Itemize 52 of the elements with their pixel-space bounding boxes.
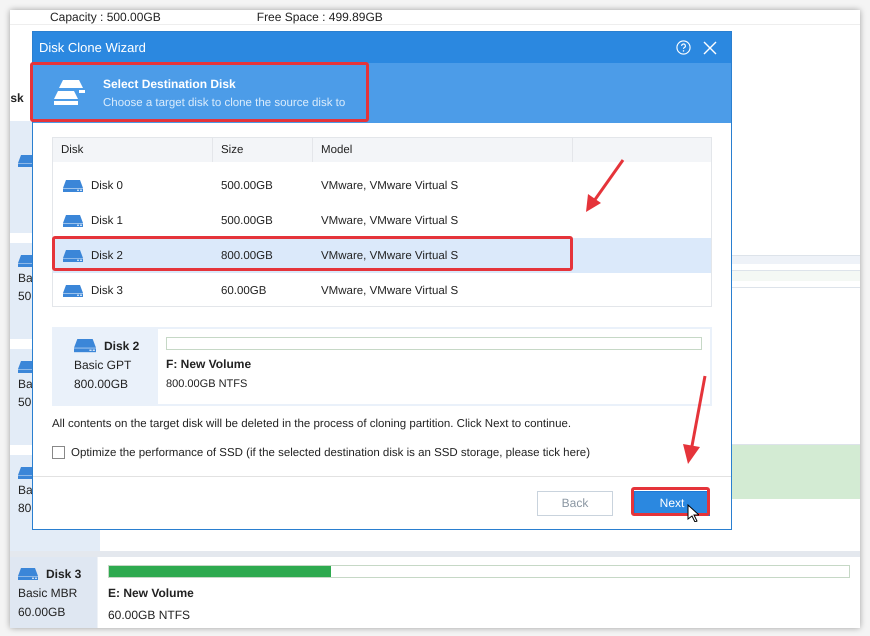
partition-name: E: New Volume xyxy=(108,586,195,600)
partition-name: F: New Volume xyxy=(166,357,252,371)
disk-type: Basic MBR xyxy=(18,586,78,600)
disk-name: Disk 3 xyxy=(91,284,123,296)
disk-size: 80 xyxy=(18,501,32,515)
disk-icon xyxy=(18,568,38,580)
disk-row[interactable]: Disk 1 500.00GB VMware, VMware Virtual S xyxy=(53,203,711,238)
disk-type: Basic GPT xyxy=(74,358,132,372)
disk-name: Disk 2 xyxy=(104,339,140,353)
capacity-label: Capacity : 500.00GB xyxy=(50,10,161,24)
column-header: Size xyxy=(213,138,313,162)
disk-type: Ba xyxy=(18,483,33,497)
disk-type: Ba xyxy=(18,377,33,391)
disk-type: Ba xyxy=(18,271,33,285)
disk-row[interactable]: Disk 3 60.00GB VMware, VMware Virtual S xyxy=(53,273,711,308)
arrow-drawing xyxy=(584,158,626,214)
disk-title: isk xyxy=(10,91,24,107)
disk-row[interactable]: Disk 0 500.00GB VMware, VMware Virtual S xyxy=(53,168,711,203)
disk-icon xyxy=(63,180,83,192)
ssd-checkbox[interactable]: Optimize the performance of SSD (if the selected destination disk is an SSD storage, please tick here) xyxy=(52,446,712,459)
table-cell-text: VMware, VMware Virtual S xyxy=(320,250,460,262)
disk-name: Disk 1 xyxy=(91,214,123,226)
table-cell-text: VMware, VMware Virtual S xyxy=(320,284,460,296)
disk-icon xyxy=(63,214,83,226)
table-cell-text: VMware, VMware Virtual S xyxy=(320,214,460,226)
partition-detail: 800.00GB NTFS xyxy=(166,378,248,390)
table-cell-text: 500.00GB xyxy=(220,180,274,192)
table-cell-text: 800.00GB xyxy=(220,250,274,262)
disk-row[interactable]: Disk 2 800.00GB VMware, VMware Virtual S xyxy=(53,238,711,273)
partition-detail: 60.00GB NTFS xyxy=(108,608,192,622)
disk-name: Disk 3 xyxy=(46,567,82,581)
disk-icon xyxy=(63,250,83,262)
disk-name: Disk 0 xyxy=(91,180,123,192)
disk-icon xyxy=(74,339,96,353)
disks-icon xyxy=(53,80,87,106)
step-title: Select Destination Disk xyxy=(103,77,237,91)
disk-icon xyxy=(63,284,83,296)
disk-size: 50 xyxy=(18,395,32,409)
dialog-title: Disk Clone Wizard xyxy=(39,40,147,55)
disk-size: 800.00GB xyxy=(74,377,130,391)
table-cell-text: VMware, VMware Virtual S xyxy=(320,180,460,192)
warning-text: All contents on the target disk will be deleted in the process of cloning partition. Click Next to continue. xyxy=(52,418,572,430)
table-cell-text: 500.00GB xyxy=(220,214,274,226)
disk-name: Disk 2 xyxy=(91,250,123,262)
column-header: Model xyxy=(313,138,573,162)
disk-size: 50 xyxy=(18,289,32,303)
cursor-icon xyxy=(687,504,699,522)
disk-size: 60.00GB xyxy=(18,605,66,619)
step-subtitle: Choose a target disk to clone the source disk to xyxy=(103,97,346,109)
table-cell-text: 60.00GB xyxy=(220,284,268,296)
column-header: Disk xyxy=(53,138,213,162)
free-space-label: Free Space : 499.89GB xyxy=(256,10,383,24)
